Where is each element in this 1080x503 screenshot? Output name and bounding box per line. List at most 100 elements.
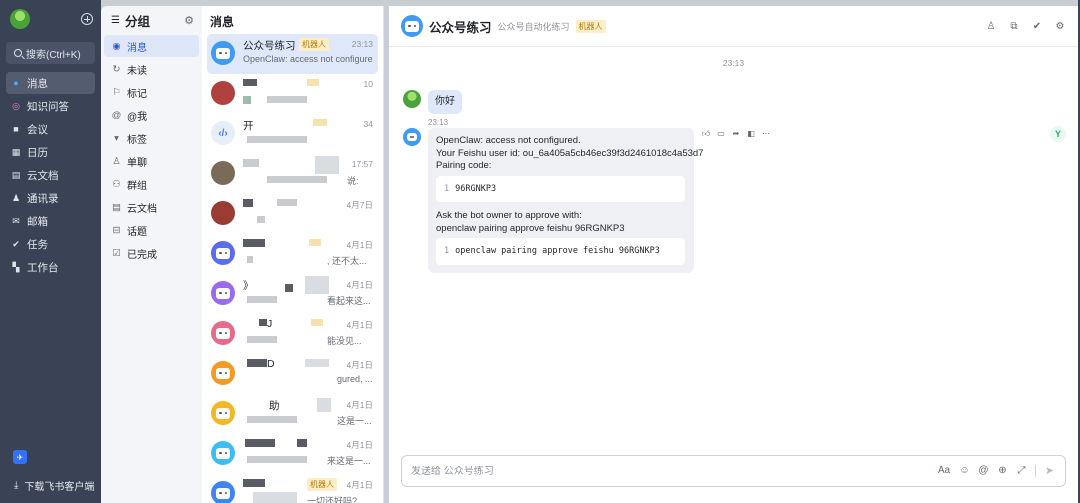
nav-item-knowledge-qa[interactable]: ◎ 知识问答 (6, 95, 95, 117)
chat-list: 消息 公众号练习 机器人 23:13 OpenClaw: access not … (202, 6, 384, 503)
bot-message[interactable]: OpenClaw: access not configured. Your Fe… (428, 128, 703, 273)
groups-header: ☰ 分组 ⚙ (101, 6, 202, 34)
calendar-icon: ▦ (11, 146, 21, 157)
send-icon[interactable]: ➤ (1044, 464, 1055, 477)
chat-header: 公众号练习 公众号自动化练习 机器人 ♙ ⧉ ✔ ⚙ (389, 6, 1078, 47)
nav-bottom: ✈ ⤓ 下载飞书客户端 (0, 450, 101, 493)
add-icon[interactable]: ⊕ (997, 465, 1008, 476)
chat-item-active[interactable]: 公众号练习 机器人 23:13 OpenClaw: access not con… (207, 34, 378, 74)
code-app-icon: ‹/› (211, 121, 235, 145)
bot-avatar (211, 401, 235, 425)
chat-item[interactable]: 4月7日 (207, 194, 378, 234)
more-icon[interactable]: ⋯ (761, 129, 771, 139)
user-avatar[interactable] (403, 90, 421, 108)
chat-bubble-icon: ● (13, 78, 19, 88)
group-item-done[interactable]: ☑ 已完成 (104, 242, 199, 264)
group-item-mentions[interactable]: @ @我 (104, 104, 199, 126)
message-icon: ◉ (112, 40, 121, 52)
nav-item-contacts[interactable]: ♟ 通讯录 (6, 187, 95, 209)
bot-avatar[interactable] (403, 128, 421, 146)
robot-icon (216, 327, 230, 339)
user-message[interactable]: 你好 (428, 90, 462, 114)
search-label: 搜索(Ctrl+K) (26, 49, 81, 61)
emoji-icon[interactable]: ☺ (959, 465, 970, 476)
chat-item[interactable]: 助 4月1日 这是一... (207, 394, 378, 434)
forward-icon[interactable]: ➦ (731, 129, 741, 139)
divider (1035, 464, 1036, 477)
group-item-groups[interactable]: ⚇ 群组 (104, 173, 199, 195)
unread-icon: ↻ (112, 63, 121, 75)
group-item-topics[interactable]: ⊟ 话题 (104, 219, 199, 241)
nav-item-messages[interactable]: ● 消息 (6, 72, 95, 94)
chat-window: 公众号练习 公众号自动化练习 机器人 ♙ ⧉ ✔ ⚙ 23:13 你好 23:1… (389, 6, 1078, 503)
group-item-unread[interactable]: ↻ 未读 (104, 58, 199, 80)
chat-item[interactable]: 17:57 说: (207, 154, 378, 194)
bot-tag: 机器人 (299, 38, 329, 51)
bot-avatar (211, 281, 235, 305)
chat-item[interactable]: 4月1日 , 还不太... (207, 234, 378, 274)
message-actions: 👍︎ ▭ ➦ ◧ ⋯ (697, 127, 775, 141)
quote-icon[interactable]: ◧ (746, 129, 756, 139)
robot-icon (216, 287, 230, 299)
message-input[interactable] (411, 465, 911, 477)
robot-icon (216, 367, 230, 379)
chat-item[interactable]: J 4月1日 能没见... (207, 314, 378, 354)
robot-icon (216, 487, 230, 499)
group-item-docs[interactable]: ▤ 云文档 (104, 196, 199, 218)
nav-item-workplace[interactable]: ▚ 工作台 (6, 256, 95, 278)
nav-item-docs[interactable]: ▤ 云文档 (6, 164, 95, 186)
group-item-marked[interactable]: ⚐ 标记 (104, 81, 199, 103)
nav-item-meetings[interactable]: ■ 会议 (6, 118, 95, 140)
bot-avatar (211, 441, 235, 465)
robot-icon (216, 407, 230, 419)
check-icon: ✔ (12, 238, 20, 249)
chat-item[interactable]: 4月1日 来这是一... (207, 434, 378, 474)
chat-item[interactable]: 》 4月1日 看起来这... (207, 274, 378, 314)
filter-list-icon[interactable]: ☰ (111, 15, 120, 26)
pairing-code-block[interactable]: 1 96RGNKP3 (436, 175, 685, 202)
search-icon (14, 49, 22, 57)
reply-icon[interactable]: ▭ (716, 129, 726, 139)
search-box[interactable]: 搜索(Ctrl+K) (6, 42, 95, 64)
gear-icon[interactable]: ⚙ (184, 14, 194, 27)
approve-command-block[interactable]: 1 openclaw pairing approve feishu 96RGNKP… (436, 238, 685, 265)
add-circle-icon[interactable] (81, 13, 93, 25)
grid-icon: ▚ (12, 261, 20, 272)
mention-icon[interactable]: @ (978, 465, 989, 476)
chat-list-title: 消息 (210, 15, 235, 29)
share-screen-icon[interactable]: ⧉ (1008, 20, 1020, 32)
caret-down-icon: ▾ (114, 132, 119, 144)
expand-icon[interactable]: ⤢ (1016, 465, 1027, 476)
video-icon: ■ (13, 124, 19, 134)
group-item-messages[interactable]: ◉ 消息 (104, 35, 199, 57)
chat-avatar (211, 81, 235, 105)
format-text-icon[interactable]: Aa (937, 465, 951, 476)
settings-icon[interactable]: ⚙ (1054, 20, 1066, 32)
message-area: 23:13 你好 23:13 OpenClaw: access not conf… (389, 48, 1078, 456)
nav-item-tasks[interactable]: ✔ 任务 (6, 233, 95, 255)
chat-item[interactable]: 10 (207, 74, 378, 114)
chat-name: 公众号练习 (243, 40, 296, 52)
group-item-tags[interactable]: ▾ 标签 (104, 127, 199, 149)
bot-avatar (211, 361, 235, 385)
chat-item[interactable]: D 4月1日 gured, ... (207, 354, 378, 394)
app-logo-icon[interactable]: ✈ (13, 450, 27, 464)
contacts-icon: ♟ (11, 192, 21, 203)
chat-item[interactable]: ‹/› 开 34 (207, 114, 378, 154)
robot-icon (216, 47, 230, 59)
robot-icon (407, 133, 417, 141)
group-item-direct[interactable]: ♙ 单聊 (104, 150, 199, 172)
nav-item-mail[interactable]: ✉ 邮箱 (6, 210, 95, 232)
chat-item[interactable]: 机器人 4月1日 一切还好吗? (207, 474, 378, 503)
doc-icon: ▤ (112, 201, 121, 213)
chat-avatar[interactable] (401, 15, 423, 37)
thumbs-up-icon[interactable]: 👍︎ (701, 129, 711, 139)
done-check-icon[interactable]: ✔ (1031, 20, 1043, 32)
nav-item-calendar[interactable]: ▦ 日历 (6, 141, 95, 163)
chat-preview: OpenClaw: access not configured, ... (243, 54, 373, 64)
user-avatar[interactable] (10, 9, 30, 29)
message-composer: Aa ☺ @ ⊕ ⤢ ➤ (401, 455, 1066, 487)
download-client-link[interactable]: ⤓ 下载飞书客户端 (0, 478, 101, 493)
bot-plugin-icon[interactable]: Y (1050, 126, 1066, 142)
add-member-icon[interactable]: ♙ (985, 20, 997, 32)
